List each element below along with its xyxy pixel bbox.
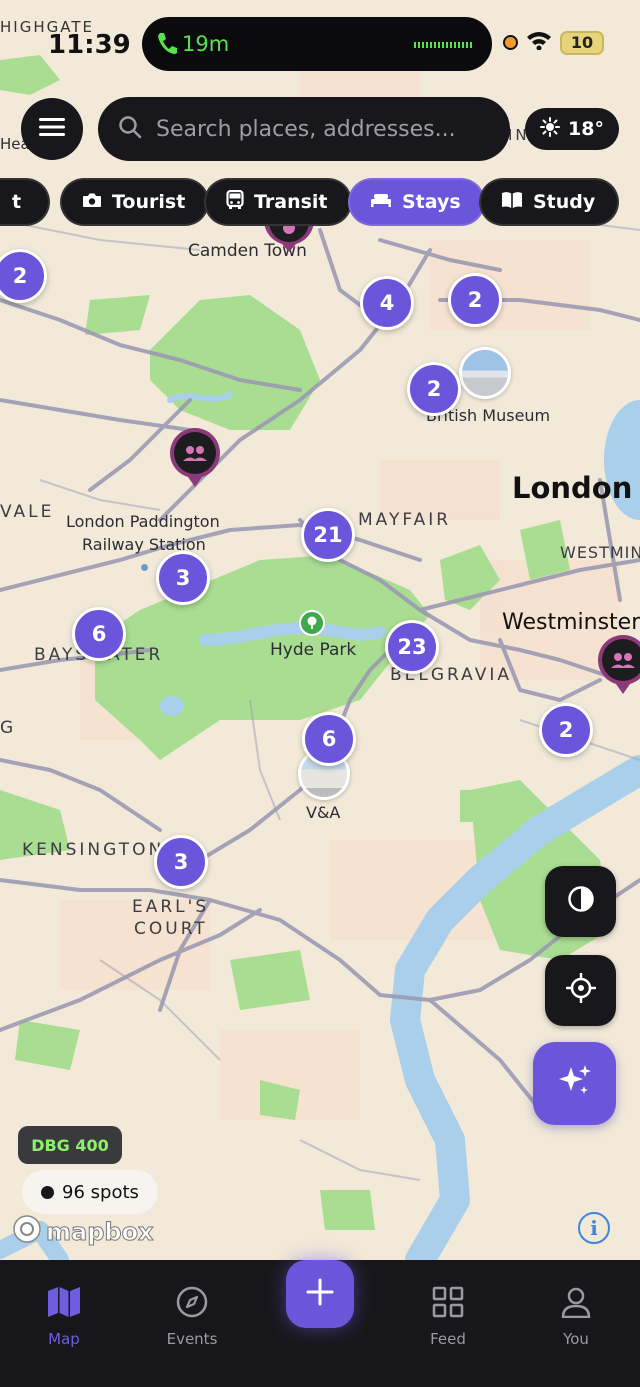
bus-icon (226, 189, 244, 215)
chip-transit[interactable]: Transit (204, 178, 352, 226)
british-museum-photo-pin[interactable] (459, 347, 511, 399)
ai-assistant-button[interactable] (533, 1042, 616, 1125)
contrast-icon (567, 885, 595, 918)
wifi-icon (526, 30, 552, 55)
search-input[interactable]: Search places, addresses... (98, 97, 510, 161)
weather-badge[interactable]: 18° (525, 108, 619, 150)
search-placeholder: Search places, addresses... (156, 116, 456, 142)
call-duration: 19m (182, 32, 230, 56)
label-westminster: Westminster (502, 610, 640, 635)
label-earls-court-2: COURT (134, 919, 208, 939)
mapbox-wordmark: mapbox (46, 1218, 155, 1247)
cluster-marker[interactable]: 2 (407, 362, 461, 416)
cluster-marker[interactable]: 23 (385, 620, 439, 674)
person-icon (560, 1286, 592, 1322)
sun-icon (540, 116, 561, 142)
sparkles-icon (555, 1061, 595, 1106)
cluster-marker[interactable]: 2 (539, 703, 593, 757)
info-icon[interactable]: i (578, 1212, 610, 1244)
contrast-button[interactable] (545, 866, 616, 937)
status-icons: 10 (503, 30, 604, 55)
tab-you-label: You (563, 1330, 589, 1348)
spots-dot-icon (41, 1185, 55, 1199)
tab-you[interactable]: You (526, 1286, 626, 1348)
label-va: V&A (306, 803, 341, 822)
mapbox-logo-icon (12, 1214, 42, 1250)
crosshair-icon (565, 972, 596, 1008)
tab-feed-label: Feed (430, 1330, 466, 1348)
debug-badge: DBG 400 (18, 1126, 122, 1164)
book-icon (501, 191, 523, 214)
label-kensington: KENSINGTON (22, 840, 165, 860)
label-mayfair: MAYFAIR (358, 510, 452, 530)
dynamic-island-call[interactable]: 19m (142, 17, 492, 71)
chip-partial[interactable]: t (0, 178, 50, 226)
map-icon (47, 1286, 81, 1322)
bed-icon (370, 191, 392, 213)
status-time: 11:39 (48, 30, 131, 60)
chip-partial-label: t (12, 191, 22, 213)
label-london: London (512, 471, 633, 505)
label-g: G (0, 718, 17, 738)
chip-tourist[interactable]: Tourist (60, 178, 210, 226)
cluster-marker[interactable]: 6 (72, 607, 126, 661)
cluster-marker[interactable]: 3 (154, 835, 208, 889)
station-dot (141, 564, 148, 571)
group-pin[interactable] (596, 634, 640, 696)
tab-feed[interactable]: Feed (398, 1286, 498, 1348)
cluster-marker[interactable]: 3 (156, 551, 210, 605)
chip-transit-label: Transit (254, 191, 328, 213)
cluster-marker[interactable]: 6 (302, 712, 356, 766)
plus-icon (305, 1277, 335, 1312)
spots-count: 96 spots (62, 1181, 139, 1203)
chip-study[interactable]: Study (479, 178, 620, 226)
tab-map[interactable]: Map (14, 1286, 114, 1348)
tab-events-label: Events (166, 1330, 218, 1348)
phone-icon (156, 31, 178, 60)
chip-study-label: Study (533, 191, 596, 213)
menu-button[interactable] (21, 98, 83, 160)
audio-wave-icon (414, 42, 472, 48)
cluster-marker[interactable]: 4 (360, 276, 414, 330)
mapbox-attribution[interactable]: mapbox (12, 1214, 154, 1250)
chip-tourist-label: Tourist (112, 191, 186, 213)
label-westminster-district: WESTMIN (560, 543, 640, 562)
label-earls-court-1: EARL'S (132, 897, 210, 917)
locate-me-button[interactable] (545, 955, 616, 1026)
cluster-marker[interactable]: 21 (301, 508, 355, 562)
tree-icon (299, 610, 325, 636)
group-pin[interactable] (168, 427, 222, 489)
chip-stays-label: Stays (402, 191, 461, 213)
compass-icon (176, 1286, 208, 1322)
cluster-marker[interactable]: 2 (448, 273, 502, 327)
chip-stays[interactable]: Stays (348, 178, 485, 226)
camera-icon (82, 191, 102, 213)
label-hyde-park: Hyde Park (270, 640, 357, 660)
recording-indicator-icon (503, 35, 518, 50)
add-button[interactable] (286, 1260, 354, 1328)
temperature: 18° (568, 118, 604, 140)
spots-count-badge[interactable]: 96 spots (22, 1170, 158, 1214)
tab-events[interactable]: Events (142, 1286, 242, 1348)
label-paddington-1: London Paddington (66, 512, 220, 531)
search-icon (118, 115, 142, 144)
grid-icon (432, 1286, 464, 1322)
hamburger-icon (39, 117, 65, 142)
label-vale: VALE (0, 502, 55, 522)
battery-icon: 10 (560, 30, 604, 55)
tab-map-label: Map (48, 1330, 80, 1348)
